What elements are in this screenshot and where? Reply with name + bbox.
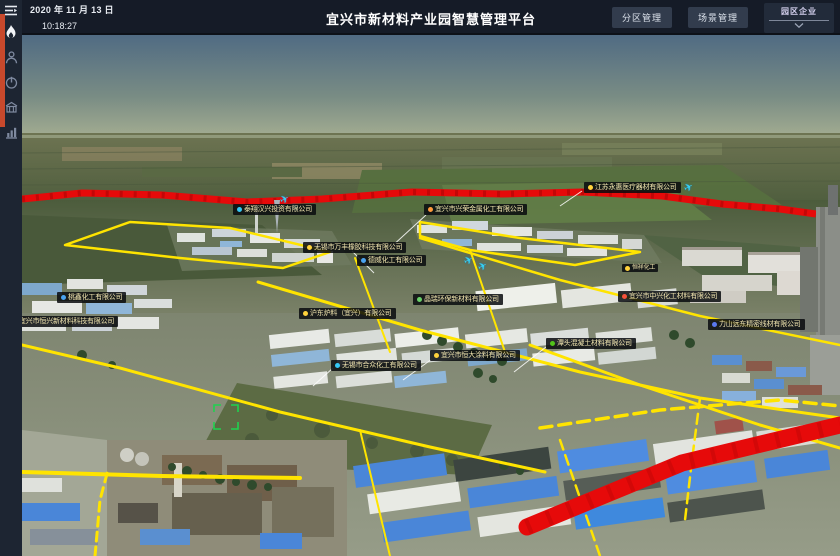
company-label-text: 宜兴市恒兴新材料科技有限公司 <box>22 318 114 325</box>
map-company-label[interactable]: 江苏永惠医疗器材有限公司 <box>584 182 681 193</box>
header-actions: 分区管理 场景管理 园区企业 <box>612 0 834 35</box>
map-company-label[interactable]: 宜兴市兴荣金属化工有限公司 <box>424 204 527 215</box>
dropdown-divider <box>769 20 829 21</box>
company-label-text: 江苏永惠医疗器材有限公司 <box>595 184 677 191</box>
power-icon[interactable] <box>2 74 20 90</box>
sidebar-nav <box>0 24 22 140</box>
company-marker-icon <box>622 294 627 299</box>
building-icon[interactable] <box>2 99 20 115</box>
company-label-text: 泰翔汉兴投资有限公司 <box>244 206 312 213</box>
company-marker-icon <box>417 297 422 302</box>
company-marker-icon <box>303 311 308 316</box>
company-label-text: 潭头混凝土材料有限公司 <box>557 340 632 347</box>
map-company-label[interactable]: 恒祥化工 <box>622 264 658 272</box>
map-company-label[interactable]: 宜兴市恒大涂料有限公司 <box>430 350 520 361</box>
map-company-label[interactable]: 宜兴市中兴化工材料有限公司 <box>618 291 721 302</box>
map-company-label[interactable]: 无锡市万丰橡胶科技有限公司 <box>303 242 406 253</box>
dropdown-label: 园区企业 <box>781 6 817 17</box>
company-marker-icon <box>712 322 717 327</box>
park-enterprise-dropdown[interactable]: 园区企业 <box>764 3 834 33</box>
chevron-down-icon <box>794 23 804 28</box>
company-label-text: 晶瑞环保新材料有限公司 <box>424 296 499 303</box>
company-marker-icon <box>625 266 630 271</box>
top-bar: 2020 年 11 月 13 日 10:18:27 宜兴市新材料产业园智慧管理平… <box>22 0 840 35</box>
person-icon[interactable] <box>2 49 20 65</box>
zone-manage-button[interactable]: 分区管理 <box>612 7 672 28</box>
scene-manage-button[interactable]: 场景管理 <box>688 7 748 28</box>
map-company-label[interactable]: 潭头混凝土材料有限公司 <box>546 338 636 349</box>
sidebar <box>0 0 22 556</box>
map-company-label[interactable]: 力山远东精密线材有限公司 <box>708 319 805 330</box>
bar-chart-icon[interactable] <box>2 124 20 140</box>
company-label-text: 宜兴市兴荣金属化工有限公司 <box>435 206 523 213</box>
company-label-text: 恒祥化工 <box>632 265 655 271</box>
company-label-text: 宜兴市恒大涂料有限公司 <box>441 352 516 359</box>
company-label-text: 无锡市万丰橡胶科技有限公司 <box>314 244 402 251</box>
company-label-text: 无锡市合众化工有限公司 <box>342 362 417 369</box>
map-3d-view[interactable]: 泰翔汉兴投资有限公司 宜兴市兴荣金属化工有限公司无锡市万丰橡胶科技有限公司德威化工… <box>22 35 840 556</box>
company-marker-icon <box>61 295 66 300</box>
map-company-label[interactable]: 德威化工有限公司 <box>357 255 426 266</box>
company-marker-icon <box>307 245 312 250</box>
app-window: 2020 年 11 月 13 日 10:18:27 宜兴市新材料产业园智慧管理平… <box>0 0 840 556</box>
map-company-label[interactable]: 沪东炉料（宜兴）有限公司 <box>299 308 396 319</box>
company-marker-icon <box>428 207 433 212</box>
company-label-text: 力山远东精密线材有限公司 <box>719 321 801 328</box>
company-marker-icon <box>335 363 340 368</box>
map-company-label[interactable]: 晶瑞环保新材料有限公司 <box>413 294 503 305</box>
map-company-label[interactable]: 桃鑫化工有限公司 <box>57 292 126 303</box>
company-label-text: 沪东炉料（宜兴）有限公司 <box>310 310 392 317</box>
company-marker-icon <box>588 185 593 190</box>
company-marker-icon <box>434 353 439 358</box>
company-marker-icon <box>550 341 555 346</box>
company-label-text: 桃鑫化工有限公司 <box>68 294 122 301</box>
flame-icon[interactable] <box>2 24 20 40</box>
company-marker-icon <box>237 207 242 212</box>
map-company-label[interactable]: 宜兴市恒兴新材料科技有限公司 <box>22 316 118 327</box>
company-label-text: 宜兴市中兴化工材料有限公司 <box>629 293 717 300</box>
map-company-label[interactable]: 无锡市合众化工有限公司 <box>331 360 421 371</box>
company-marker-icon <box>361 258 366 263</box>
map-company-label[interactable]: 泰翔汉兴投资有限公司 <box>233 204 316 215</box>
company-label-text: 德威化工有限公司 <box>368 257 422 264</box>
selection-brackets <box>213 404 239 430</box>
